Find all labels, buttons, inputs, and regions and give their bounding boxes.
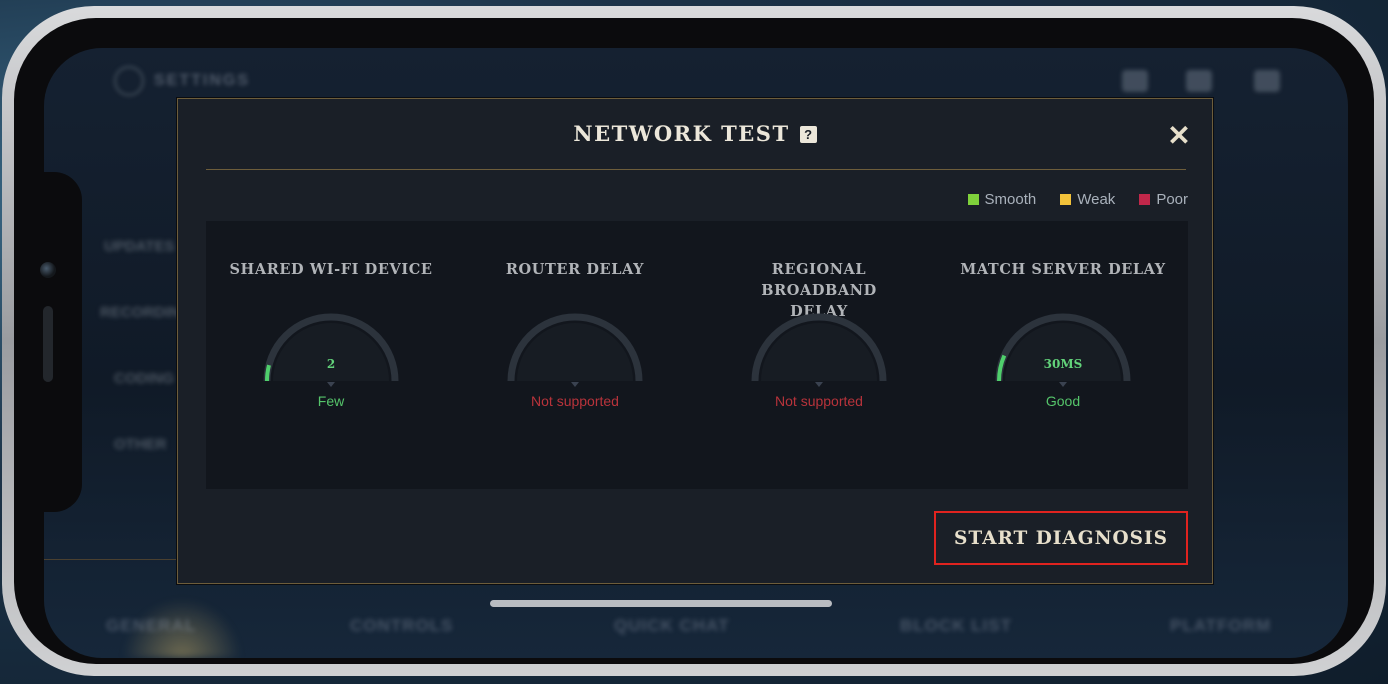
smooth-swatch xyxy=(967,194,979,205)
metric-label: MATCH SERVER DELAY xyxy=(960,261,1166,278)
background-side-item: CODING xyxy=(114,370,174,387)
gauge-status: Not supported xyxy=(531,393,619,409)
phone-notch xyxy=(30,172,82,512)
metric-regional-broadband-delay: REGIONAL BROADBAND DELAY Not supported xyxy=(704,259,934,409)
gauge-dial xyxy=(263,313,399,387)
profile-icon[interactable] xyxy=(1254,70,1280,92)
game-screen: SETTINGS UPDATES RECORDING CODING OTHER … xyxy=(44,48,1348,658)
gauge-status: Not supported xyxy=(775,393,863,409)
start-diagnosis-button[interactable]: START DIAGNOSIS xyxy=(934,511,1188,565)
gauge: 30MS xyxy=(988,307,1138,387)
metric-shared-wifi-device: SHARED WI-FI DEVICE 2 Few xyxy=(216,259,446,409)
back-icon[interactable] xyxy=(114,66,144,96)
dialog-title: NETWORK TEST? xyxy=(178,121,1212,146)
gauge-dial xyxy=(751,313,887,387)
gauge-value: 2 xyxy=(326,357,336,371)
home-indicator xyxy=(490,600,832,607)
gauge-pointer xyxy=(1059,382,1067,387)
metric-label: REGIONAL BROADBAND DELAY xyxy=(761,261,877,320)
close-icon[interactable]: ✕ xyxy=(1164,121,1194,151)
stage: SETTINGS UPDATES RECORDING CODING OTHER … xyxy=(0,0,1388,684)
background-title: SETTINGS xyxy=(154,72,251,89)
gauge-status: Good xyxy=(1045,393,1081,409)
weak-swatch xyxy=(1060,194,1072,205)
title-divider xyxy=(206,169,1186,170)
gauge-value: 30MS xyxy=(1043,357,1083,371)
gauge xyxy=(500,307,650,387)
background-side-item: OTHER xyxy=(114,436,167,453)
metric-label: SHARED WI-FI DEVICE xyxy=(229,261,433,278)
network-test-dialog: NETWORK TEST? ✕ Smooth Weak Poor SHARED … xyxy=(177,98,1213,584)
status-legend: Smooth Weak Poor xyxy=(967,191,1188,208)
gauge xyxy=(744,307,894,387)
metric-router-delay: ROUTER DELAY Not supported xyxy=(460,259,690,409)
gauge-pointer xyxy=(815,382,823,387)
background-tab[interactable]: GENERAL xyxy=(106,616,196,636)
background-tab[interactable]: CONTROLS xyxy=(350,616,453,636)
legend-item-smooth: Smooth xyxy=(967,191,1037,208)
mail-icon[interactable] xyxy=(1122,70,1148,92)
background-tab[interactable]: PLATFORM xyxy=(1170,616,1271,636)
background-tab[interactable]: QUICK CHAT xyxy=(614,616,729,636)
dialog-title-text: NETWORK TEST xyxy=(573,121,790,146)
background-tab[interactable]: BLOCK LIST xyxy=(900,616,1012,636)
gauge-pointer xyxy=(571,382,579,387)
speaker-grille xyxy=(43,306,53,382)
legend-item-poor: Poor xyxy=(1139,191,1188,208)
metrics-panel: SHARED WI-FI DEVICE 2 Few ROUTER DELAY Not … xyxy=(206,221,1188,489)
metric-match-server-delay: MATCH SERVER DELAY 30MS Good xyxy=(948,259,1178,409)
camera-icon xyxy=(40,262,56,278)
legend-item-weak: Weak xyxy=(1060,191,1115,208)
gauge-dial xyxy=(507,313,643,387)
gauge: 2 xyxy=(256,307,406,387)
store-icon[interactable] xyxy=(1186,70,1212,92)
background-side-item: UPDATES xyxy=(104,238,175,255)
gauge-dial xyxy=(995,313,1131,387)
poor-swatch xyxy=(1139,194,1151,205)
legend-label: Weak xyxy=(1077,191,1116,208)
gauge-status: Few xyxy=(317,393,345,409)
legend-label: Poor xyxy=(1156,191,1188,208)
gauge-pointer xyxy=(327,382,335,387)
help-icon[interactable]: ? xyxy=(799,126,817,143)
metric-label: ROUTER DELAY xyxy=(505,261,645,278)
legend-label: Smooth xyxy=(984,191,1037,208)
